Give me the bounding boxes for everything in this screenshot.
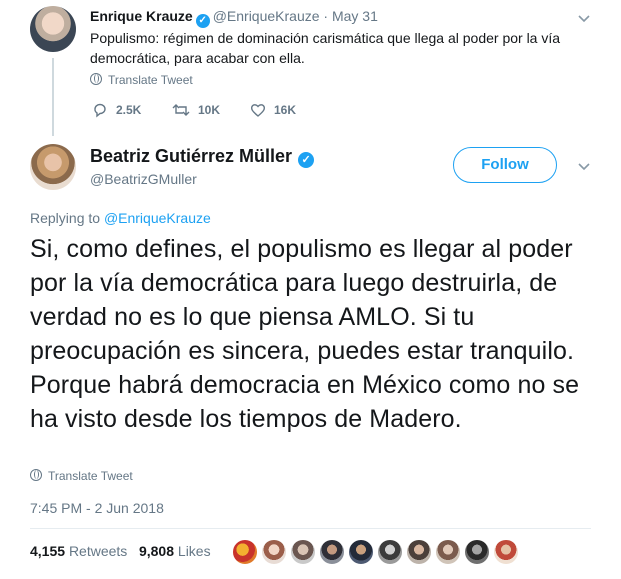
avatar[interactable] — [348, 539, 374, 565]
avatar[interactable] — [261, 539, 287, 565]
like-count: 9,808 — [138, 543, 175, 559]
heart-icon — [250, 104, 266, 117]
verified-badge-icon: ✓ — [298, 152, 315, 168]
likes-stat[interactable]: 9,808 Likes — [139, 543, 211, 559]
tweet-stats: 4,155 Retweets 9,808 Likes — [30, 543, 211, 559]
author-handle-and-date[interactable]: @EnriqueKrauze · May 31 — [213, 8, 378, 24]
translate-label: Translate Tweet — [108, 73, 193, 87]
retweet-count: 10K — [198, 103, 221, 117]
verified-badge-icon: ✓ — [195, 14, 210, 28]
avatar[interactable] — [30, 6, 76, 52]
parent-tweet-text: Populismo: régimen de dominación carismá… — [90, 30, 561, 66]
tweet-timestamp[interactable]: 7:45 PM - 2 Jun 2018 — [30, 500, 164, 516]
retweets-stat[interactable]: 4,155 Retweets — [30, 543, 127, 559]
reply-button[interactable]: 2.5K — [92, 102, 141, 118]
reply-count: 2.5K — [116, 103, 142, 117]
retweet-button[interactable]: 10K — [172, 102, 220, 118]
chevron-down-icon[interactable] — [576, 10, 592, 26]
avatar[interactable] — [30, 144, 76, 190]
avatar[interactable] — [406, 539, 432, 565]
main-author-header: Beatriz Gutiérrez Müller ✓ — [90, 146, 317, 168]
follow-button[interactable]: Follow — [453, 147, 557, 183]
avatar[interactable] — [319, 539, 345, 565]
retweet-count: 4,155 — [30, 543, 66, 559]
thread-connector-line — [52, 58, 54, 136]
divider — [30, 528, 591, 529]
chevron-down-icon[interactable] — [576, 158, 592, 174]
translate-label: Translate Tweet — [48, 469, 133, 483]
reply-icon — [94, 103, 106, 118]
author-name[interactable]: Beatriz Gutiérrez Müller — [90, 146, 292, 166]
translate-tweet-link[interactable]: Translate Tweet — [30, 469, 133, 483]
avatar[interactable] — [290, 539, 316, 565]
translate-tweet-link[interactable]: Translate Tweet — [90, 73, 193, 87]
author-handle[interactable]: @BeatrizGMuller — [90, 171, 197, 187]
globe-icon — [30, 469, 42, 481]
author-name[interactable]: Enrique Krauze — [90, 8, 193, 24]
retweet-icon — [172, 104, 190, 116]
replying-prefix: Replying to — [30, 210, 104, 226]
like-label: Likes — [177, 543, 211, 559]
avatar[interactable] — [493, 539, 519, 565]
like-count: 16K — [274, 103, 297, 117]
avatar[interactable] — [377, 539, 403, 565]
parent-tweet[interactable]: Enrique Krauze ✓ @EnriqueKrauze · May 31 P… — [0, 0, 621, 136]
parent-tweet-header: Enrique Krauze ✓ @EnriqueKrauze · May 31 — [90, 8, 378, 28]
globe-icon — [90, 73, 102, 85]
avatar[interactable] — [232, 539, 258, 565]
avatar[interactable] — [464, 539, 490, 565]
like-button[interactable]: 16K — [250, 102, 296, 118]
avatar[interactable] — [435, 539, 461, 565]
replying-to: Replying to @EnriqueKrauze — [30, 210, 211, 226]
replying-handle-link[interactable]: @EnriqueKrauze — [104, 210, 211, 226]
retweet-label: Retweets — [68, 543, 128, 559]
main-tweet-text: Si, como defines, el populismo es llegar… — [30, 235, 580, 433]
